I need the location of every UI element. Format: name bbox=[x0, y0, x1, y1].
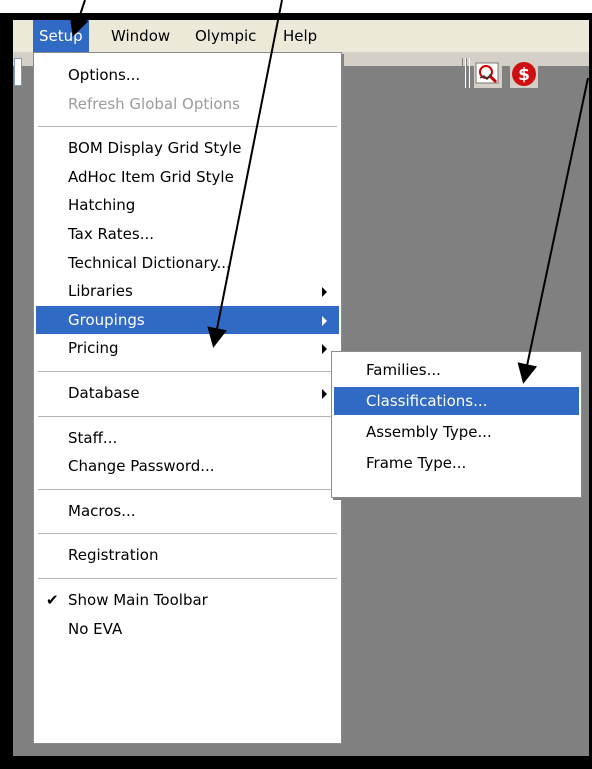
menu-bar: Setup Window Olympic Help bbox=[13, 20, 589, 52]
menu-item-bom-display-grid-style[interactable]: BOM Display Grid Style bbox=[36, 134, 339, 162]
menu-item-label: Tax Rates... bbox=[68, 225, 155, 243]
menu-olympic[interactable]: Olympic bbox=[189, 20, 262, 52]
menu-item-label: Macros... bbox=[68, 501, 136, 520]
submenu-arrow-icon bbox=[322, 344, 327, 355]
menu-item-groupings[interactable]: Groupings bbox=[36, 305, 339, 334]
menu-item-macros[interactable]: Macros... bbox=[36, 497, 339, 525]
menu-item-change-password[interactable]: Change Password... bbox=[36, 452, 339, 480]
search-settings-icon[interactable] bbox=[474, 60, 502, 88]
submenu-arrow-icon bbox=[322, 315, 327, 326]
menu-item-label: Show Main Toolbar bbox=[68, 591, 208, 609]
menu-item-label: Assembly Type... bbox=[366, 423, 492, 441]
menu-item-staff[interactable]: Staff... bbox=[36, 424, 339, 452]
menu-item-label: Staff... bbox=[68, 428, 118, 447]
menu-separator bbox=[38, 371, 337, 373]
menu-item-label: Frame Type... bbox=[366, 454, 467, 472]
menu-item-label: Technical Dictionary... bbox=[68, 253, 231, 272]
checkmark-icon: ✔ bbox=[46, 591, 59, 609]
menu-item-label: Registration bbox=[68, 546, 159, 565]
menu-item-label: BOM Display Grid Style bbox=[68, 139, 242, 158]
submenu-item-frame-type[interactable]: Frame Type... bbox=[334, 449, 579, 477]
setup-dropdown-menu: Options... Refresh Global Options BOM Disp… bbox=[33, 52, 342, 744]
groupings-submenu: Families... Classifications... Assembly Ty… bbox=[331, 351, 582, 498]
menu-item-options[interactable]: Options... bbox=[36, 61, 339, 89]
menu-item-tax-rates[interactable]: Tax Rates... bbox=[36, 220, 339, 248]
menu-item-pricing[interactable]: Pricing bbox=[36, 334, 339, 362]
menu-item-label: Options... bbox=[68, 66, 141, 84]
menu-item-label: Pricing bbox=[68, 339, 119, 358]
menu-item-label: No EVA bbox=[68, 619, 123, 638]
menu-separator bbox=[38, 415, 337, 418]
menu-item-adhoc-item-grid-style[interactable]: AdHoc Item Grid Style bbox=[36, 163, 339, 191]
menu-item-refresh-global-options: Refresh Global Options bbox=[36, 90, 339, 118]
menu-setup[interactable]: Setup bbox=[33, 20, 89, 52]
submenu-arrow-icon bbox=[322, 287, 327, 298]
menu-separator bbox=[38, 488, 337, 491]
submenu-item-classifications[interactable]: Classifications... bbox=[334, 387, 579, 415]
menu-separator bbox=[38, 533, 337, 536]
menu-item-no-eva[interactable]: No EVA bbox=[36, 615, 339, 643]
menu-item-registration[interactable]: Registration bbox=[36, 541, 339, 569]
menu-item-label: AdHoc Item Grid Style bbox=[68, 167, 234, 186]
menu-separator bbox=[38, 126, 337, 129]
menu-item-label: Classifications... bbox=[366, 392, 488, 410]
menu-item-label: Libraries bbox=[68, 282, 133, 301]
menu-item-label: Database bbox=[68, 384, 140, 402]
menu-item-label: Families... bbox=[366, 361, 441, 379]
pricing-icon[interactable]: $ bbox=[510, 60, 538, 88]
submenu-item-families[interactable]: Families... bbox=[334, 356, 579, 384]
menu-item-technical-dictionary[interactable]: Technical Dictionary... bbox=[36, 249, 339, 277]
menu-window[interactable]: Window bbox=[105, 20, 176, 52]
submenu-arrow-icon bbox=[322, 389, 327, 399]
submenu-item-assembly-type[interactable]: Assembly Type... bbox=[334, 418, 579, 446]
menu-item-libraries[interactable]: Libraries bbox=[36, 277, 339, 305]
svg-text:$: $ bbox=[518, 65, 530, 85]
menu-item-label: Change Password... bbox=[68, 457, 215, 476]
menu-item-label: Refresh Global Options bbox=[68, 94, 240, 113]
menu-item-label: Groupings bbox=[68, 310, 145, 329]
toolbar-combo[interactable] bbox=[14, 58, 22, 86]
menu-item-show-main-toolbar[interactable]: ✔ Show Main Toolbar bbox=[36, 586, 339, 614]
menu-item-label: Hatching bbox=[68, 196, 136, 215]
toolbar-separator bbox=[466, 58, 470, 88]
menu-item-hatching[interactable]: Hatching bbox=[36, 191, 339, 219]
menu-item-database[interactable]: Database bbox=[36, 379, 339, 407]
menu-separator bbox=[38, 578, 337, 580]
menu-help[interactable]: Help bbox=[277, 20, 323, 52]
